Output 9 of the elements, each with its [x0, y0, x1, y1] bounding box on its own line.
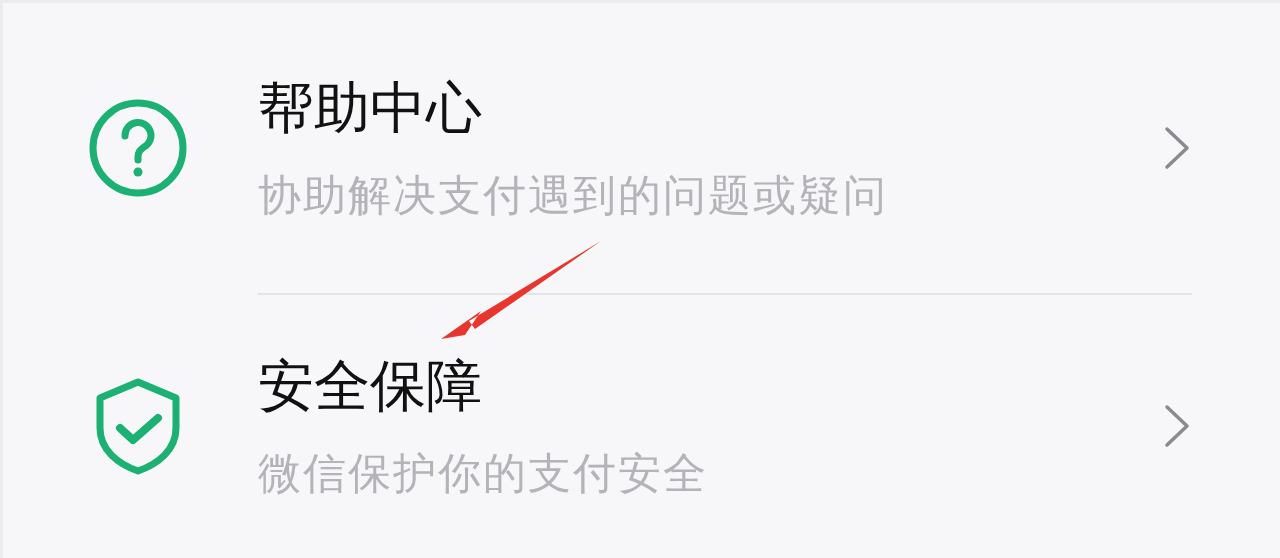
- chevron-right-icon: [1164, 404, 1190, 448]
- item-title: 帮助中心: [258, 76, 483, 139]
- item-subtitle: 微信保护你的支付安全: [258, 450, 709, 498]
- item-subtitle: 协助解决支付遇到的问题或疑问: [258, 172, 889, 220]
- menu-item[interactable]: 安全保障 微信保护你的支付安全: [3, 295, 1280, 557]
- menu-item[interactable]: 帮助中心 协助解决支付遇到的问题或疑问: [3, 3, 1280, 293]
- help-icon: [88, 98, 188, 198]
- chevron-right-icon: [1164, 126, 1190, 170]
- item-title: 安全保障: [258, 354, 483, 417]
